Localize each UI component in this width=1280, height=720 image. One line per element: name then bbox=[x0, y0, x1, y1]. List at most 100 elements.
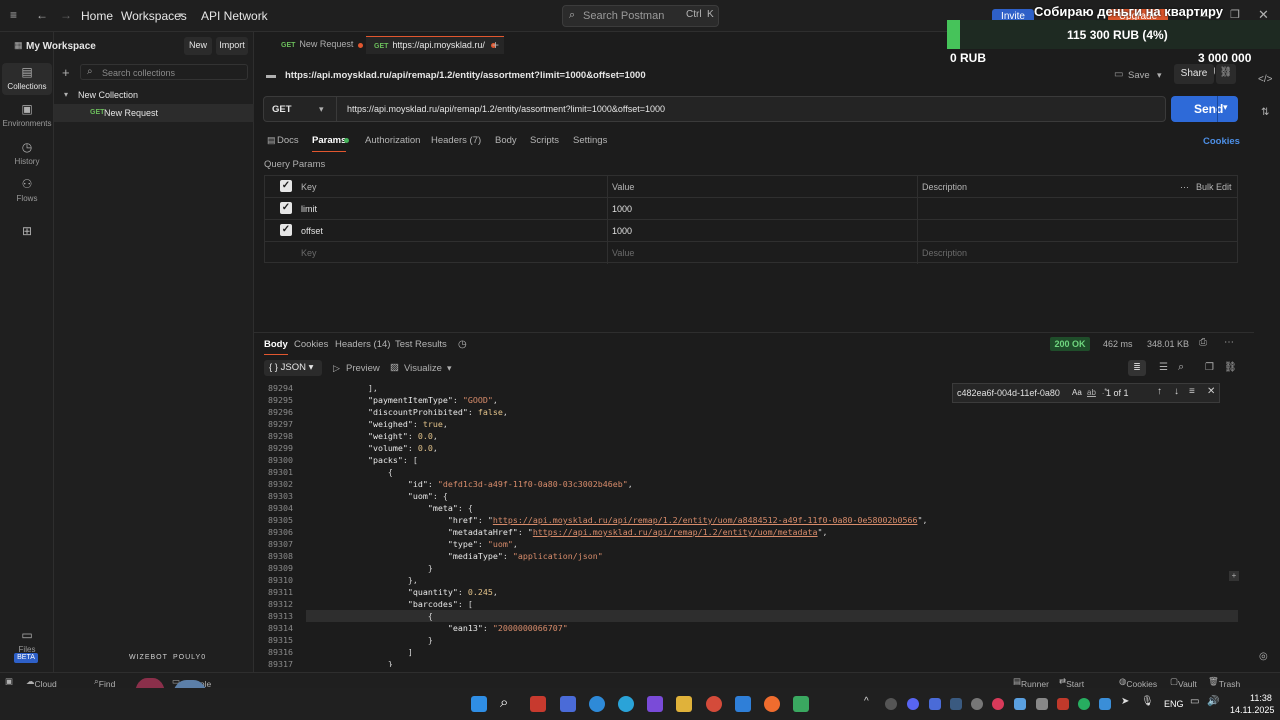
code-line[interactable]: "type": "uom", bbox=[308, 539, 518, 549]
tray-icon[interactable] bbox=[1099, 698, 1111, 710]
app-icon[interactable] bbox=[793, 696, 809, 712]
tab-new-request[interactable]: GET New Request bbox=[281, 39, 353, 53]
tray-icon[interactable] bbox=[929, 698, 941, 710]
code-line[interactable]: "barcodes": [ bbox=[308, 599, 473, 609]
tray-icon[interactable] bbox=[1036, 698, 1048, 710]
code-line[interactable]: } bbox=[308, 635, 433, 645]
search-icon[interactable]: ⌕ bbox=[1178, 361, 1184, 374]
back-arrow-icon[interactable]: ← bbox=[36, 8, 48, 22]
tray-icon[interactable] bbox=[971, 698, 983, 710]
link-icon[interactable]: ⛓ bbox=[1216, 64, 1236, 84]
code-line[interactable]: ] bbox=[308, 647, 413, 657]
chevron-down-icon[interactable]: ▾ bbox=[319, 104, 324, 115]
nav-workspaces[interactable]: Workspaces bbox=[121, 9, 187, 23]
response-size[interactable]: 348.01 KB bbox=[1147, 339, 1189, 349]
nav-api-network[interactable]: API Network bbox=[201, 9, 268, 23]
global-search-input[interactable]: ⌕ Search Postman Ctrl K bbox=[562, 5, 719, 27]
tab-authorization[interactable]: Authorization bbox=[365, 135, 420, 146]
chevron-down-icon[interactable]: ▾ bbox=[1157, 70, 1162, 81]
tray-icon[interactable] bbox=[992, 698, 1004, 710]
wrap-lines-icon[interactable]: ≣ bbox=[1128, 360, 1146, 376]
steam-icon[interactable] bbox=[950, 698, 962, 710]
chevron-down-icon[interactable]: ▾ bbox=[178, 10, 183, 21]
tray-icon[interactable] bbox=[1014, 698, 1026, 710]
tab-settings[interactable]: Settings bbox=[573, 135, 607, 146]
save-button[interactable]: Save bbox=[1128, 70, 1150, 81]
add-icon[interactable]: + bbox=[1229, 571, 1239, 581]
save-response-icon[interactable]: ⎙ bbox=[1199, 337, 1207, 348]
close-find-icon[interactable]: ✕ bbox=[1207, 386, 1215, 397]
forward-arrow-icon[interactable]: → bbox=[60, 8, 72, 22]
workspace-title[interactable]: My Workspace bbox=[26, 41, 96, 52]
app-icon[interactable] bbox=[647, 696, 663, 712]
code-line[interactable]: "packs": [ bbox=[308, 455, 418, 465]
chevron-up-icon[interactable]: ^ bbox=[864, 696, 869, 707]
menu-icon[interactable]: ≡ bbox=[10, 8, 17, 22]
status-badge[interactable]: 200 OK bbox=[1050, 337, 1090, 351]
telegram-tray-icon[interactable]: ➤ bbox=[1121, 696, 1129, 707]
vscode-icon[interactable] bbox=[735, 696, 751, 712]
find-replace-button[interactable]: ⌕ Find and Replace bbox=[94, 676, 130, 709]
tray-icon[interactable] bbox=[885, 698, 897, 710]
collection-name[interactable]: New Collection bbox=[78, 90, 138, 100]
runner-button[interactable]: ▤ Runner bbox=[1013, 676, 1049, 689]
code-line[interactable]: { bbox=[308, 611, 433, 621]
format-select[interactable]: { } JSON ▾ bbox=[264, 360, 322, 376]
copy-icon[interactable]: ❐ bbox=[1205, 362, 1214, 373]
find-options-icon[interactable]: ≡ bbox=[1189, 386, 1195, 397]
share-button[interactable]: Share bbox=[1174, 64, 1214, 84]
chevron-down-icon[interactable]: ▾ bbox=[1223, 102, 1228, 113]
previous-match-icon[interactable]: ↑ bbox=[1157, 386, 1162, 397]
code-icon[interactable]: </> bbox=[1258, 74, 1272, 85]
code-line[interactable]: "paymentItemType": "GOOD", bbox=[308, 395, 498, 405]
tab-body[interactable]: Body bbox=[495, 135, 517, 146]
cookies-button[interactable]: ◍ Cookies bbox=[1119, 676, 1157, 689]
code-line[interactable]: "href": "https://api.moysklad.ru/api/rem… bbox=[308, 515, 928, 525]
cloud-view-button[interactable]: ☁ Cloud View bbox=[26, 676, 57, 699]
start-proxy-button[interactable]: ⇄ Start Proxy bbox=[1059, 676, 1088, 699]
telegram-icon[interactable] bbox=[618, 696, 634, 712]
trash-button[interactable]: 🗑 Trash bbox=[1208, 676, 1240, 689]
code-line[interactable]: "weight": 0.0, bbox=[308, 431, 438, 441]
postman-icon[interactable] bbox=[764, 696, 780, 712]
select-all-checkbox[interactable]: ✓ bbox=[280, 180, 292, 192]
param-value[interactable]: 1000 bbox=[612, 204, 632, 214]
tab-headers[interactable]: Headers (7) bbox=[431, 135, 481, 146]
code-line[interactable]: } bbox=[308, 563, 433, 573]
tab-response-headers[interactable]: Headers (14) bbox=[335, 339, 390, 350]
tab-response-body[interactable]: Body bbox=[264, 339, 288, 355]
param-checkbox[interactable]: ✓ bbox=[280, 202, 292, 214]
discord-icon[interactable] bbox=[907, 698, 919, 710]
code-line[interactable]: "discountProhibited": false, bbox=[308, 407, 508, 417]
response-time[interactable]: 462 ms bbox=[1103, 339, 1133, 349]
rail-apps[interactable]: ⊞ bbox=[2, 222, 52, 254]
clock-date[interactable]: 14.11.2025 bbox=[1230, 705, 1274, 715]
code-line[interactable]: "uom": { bbox=[308, 491, 448, 501]
new-key-input[interactable]: Key bbox=[301, 248, 317, 258]
add-icon[interactable]: + bbox=[62, 65, 70, 80]
rail-collections[interactable]: ▤ Collections bbox=[2, 63, 52, 95]
related-icon[interactable]: ⇅ bbox=[1261, 107, 1269, 118]
microphone-icon[interactable]: 🎙 bbox=[1141, 696, 1154, 707]
vault-button[interactable]: ▢ Vault bbox=[1170, 676, 1197, 689]
chevron-down-icon[interactable]: ▾ bbox=[447, 363, 452, 374]
match-case-toggle[interactable]: Aa bbox=[1072, 388, 1082, 397]
code-line[interactable]: "mediaType": "application/json" bbox=[308, 551, 603, 561]
sidebar-toggle-icon[interactable]: ▣ bbox=[5, 676, 13, 687]
code-line[interactable]: "quantity": 0.245, bbox=[308, 587, 498, 597]
code-line[interactable]: "meta": { bbox=[308, 503, 473, 513]
app-icon[interactable] bbox=[560, 696, 576, 712]
tab-scripts[interactable]: Scripts bbox=[530, 135, 559, 146]
collections-search-input[interactable]: ⌕ Search collections bbox=[80, 64, 248, 80]
tab-active-request[interactable]: GET https://api.moysklad.ru/ bbox=[366, 36, 504, 54]
param-checkbox[interactable]: ✓ bbox=[280, 224, 292, 236]
url-input[interactable]: https://api.moysklad.ru/api/remap/1.2/en… bbox=[347, 104, 665, 114]
tab-params[interactable]: Params bbox=[312, 135, 347, 152]
rail-history[interactable]: ◷ History bbox=[2, 138, 52, 170]
visualize-button[interactable]: Visualize bbox=[404, 363, 442, 374]
language-indicator[interactable]: ENG bbox=[1164, 699, 1184, 709]
code-line[interactable]: "ean13": "2000000066707" bbox=[308, 623, 568, 633]
network-icon[interactable]: ▭ bbox=[1190, 696, 1199, 707]
param-key[interactable]: limit bbox=[301, 204, 317, 214]
code-line[interactable]: } bbox=[308, 659, 393, 667]
